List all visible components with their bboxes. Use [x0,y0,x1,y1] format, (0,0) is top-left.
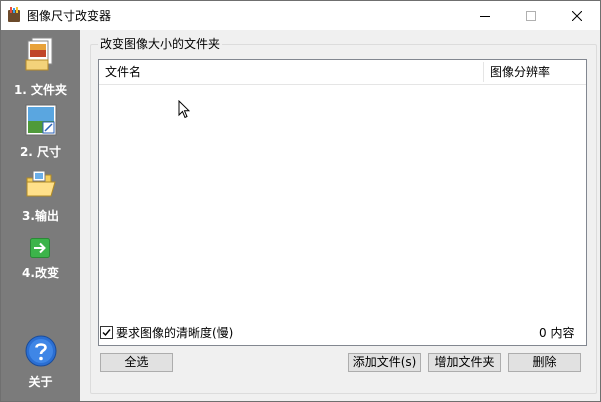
sidebar-item-label: 2. 尺寸 [19,145,62,159]
sidebar-item-about[interactable]: 关于 [1,335,80,391]
delete-button[interactable]: 删除 [508,353,581,372]
sidebar-item-label: 4.改变 [22,266,59,280]
sidebar-item-output[interactable]: 3.输出 [1,170,80,223]
column-header-resolution[interactable]: 图像分辨率 [484,60,584,84]
sidebar-item-label: 关于 [28,375,53,389]
maximize-button[interactable] [508,1,554,30]
sidebar-item-size[interactable]: 2. 尺寸 [1,104,80,159]
quality-checkbox-row[interactable]: 要求图像的清晰度(慢) [100,324,233,340]
main-panel: 改变图像大小的文件夹 文件名 图像分辨率 要求图像的清晰度(慢) 0 内容 全选… [81,30,600,401]
picture-resize-icon [25,104,57,136]
quality-checkbox-label: 要求图像的清晰度(慢) [116,325,234,340]
file-list[interactable]: 文件名 图像分辨率 [98,59,587,346]
minimize-icon [480,15,490,17]
sidebar: 1. 文件夹 2. 尺寸 3.输出 4.改变 关于 [1,30,80,401]
output-folder-icon [26,170,56,197]
sidebar-item-folder[interactable]: 1. 文件夹 [1,36,80,98]
add-folder-button[interactable]: 增加文件夹 [428,353,501,372]
mouse-cursor-icon [178,100,190,119]
maximize-icon [526,10,536,21]
close-button[interactable] [554,1,600,30]
column-header-filename[interactable]: 文件名 [99,60,483,84]
checkmark-icon [102,328,111,336]
list-header: 文件名 图像分辨率 [99,60,586,85]
folder-images-icon [25,37,53,71]
title-bar: 图像尺寸改变器 [1,1,600,30]
app-window: 图像尺寸改变器 1. 文件夹 2. 尺寸 3.输出 4.改变 关于 改变图像大小… [0,0,601,402]
minimize-button[interactable] [462,1,508,30]
green-arrow-icon [30,238,50,258]
group-title: 改变图像大小的文件夹 [98,35,223,52]
help-question-icon [25,335,57,367]
sidebar-item-change[interactable]: 4.改变 [1,236,80,284]
app-icon [8,7,20,22]
sidebar-item-label: 1. 文件夹 [13,83,68,97]
quality-checkbox[interactable] [100,325,113,339]
close-icon [572,10,582,21]
add-files-button[interactable]: 添加文件(s) [348,353,421,372]
item-count: 0 内容 [539,326,575,340]
sidebar-item-label: 3.输出 [22,209,59,223]
window-title: 图像尺寸改变器 [27,9,112,23]
select-all-button[interactable]: 全选 [100,353,173,372]
